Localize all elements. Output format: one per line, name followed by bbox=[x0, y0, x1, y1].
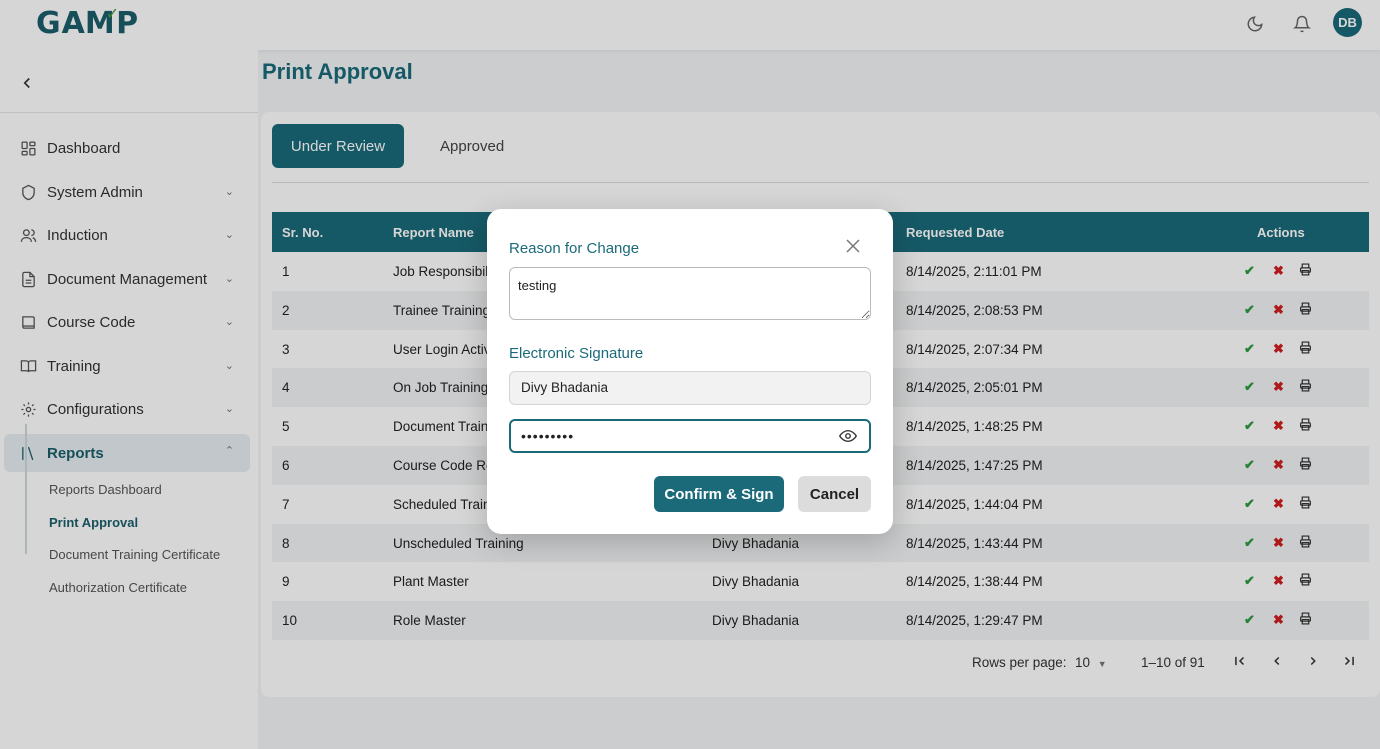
cancel-button[interactable]: Cancel bbox=[798, 476, 871, 512]
confirm-sign-button[interactable]: Confirm & Sign bbox=[654, 476, 784, 512]
close-icon[interactable] bbox=[844, 237, 862, 258]
reason-textarea[interactable]: testing bbox=[509, 267, 871, 320]
username-field: Divy Bhadania bbox=[509, 371, 871, 405]
eye-icon[interactable] bbox=[838, 429, 858, 443]
signature-dialog: Reason for Change testing Electronic Sig… bbox=[487, 209, 893, 534]
password-field[interactable]: ••••••••• bbox=[509, 419, 871, 453]
password-value: ••••••••• bbox=[521, 428, 575, 444]
reason-label: Reason for Change bbox=[509, 240, 640, 257]
signature-label: Electronic Signature bbox=[509, 345, 644, 362]
